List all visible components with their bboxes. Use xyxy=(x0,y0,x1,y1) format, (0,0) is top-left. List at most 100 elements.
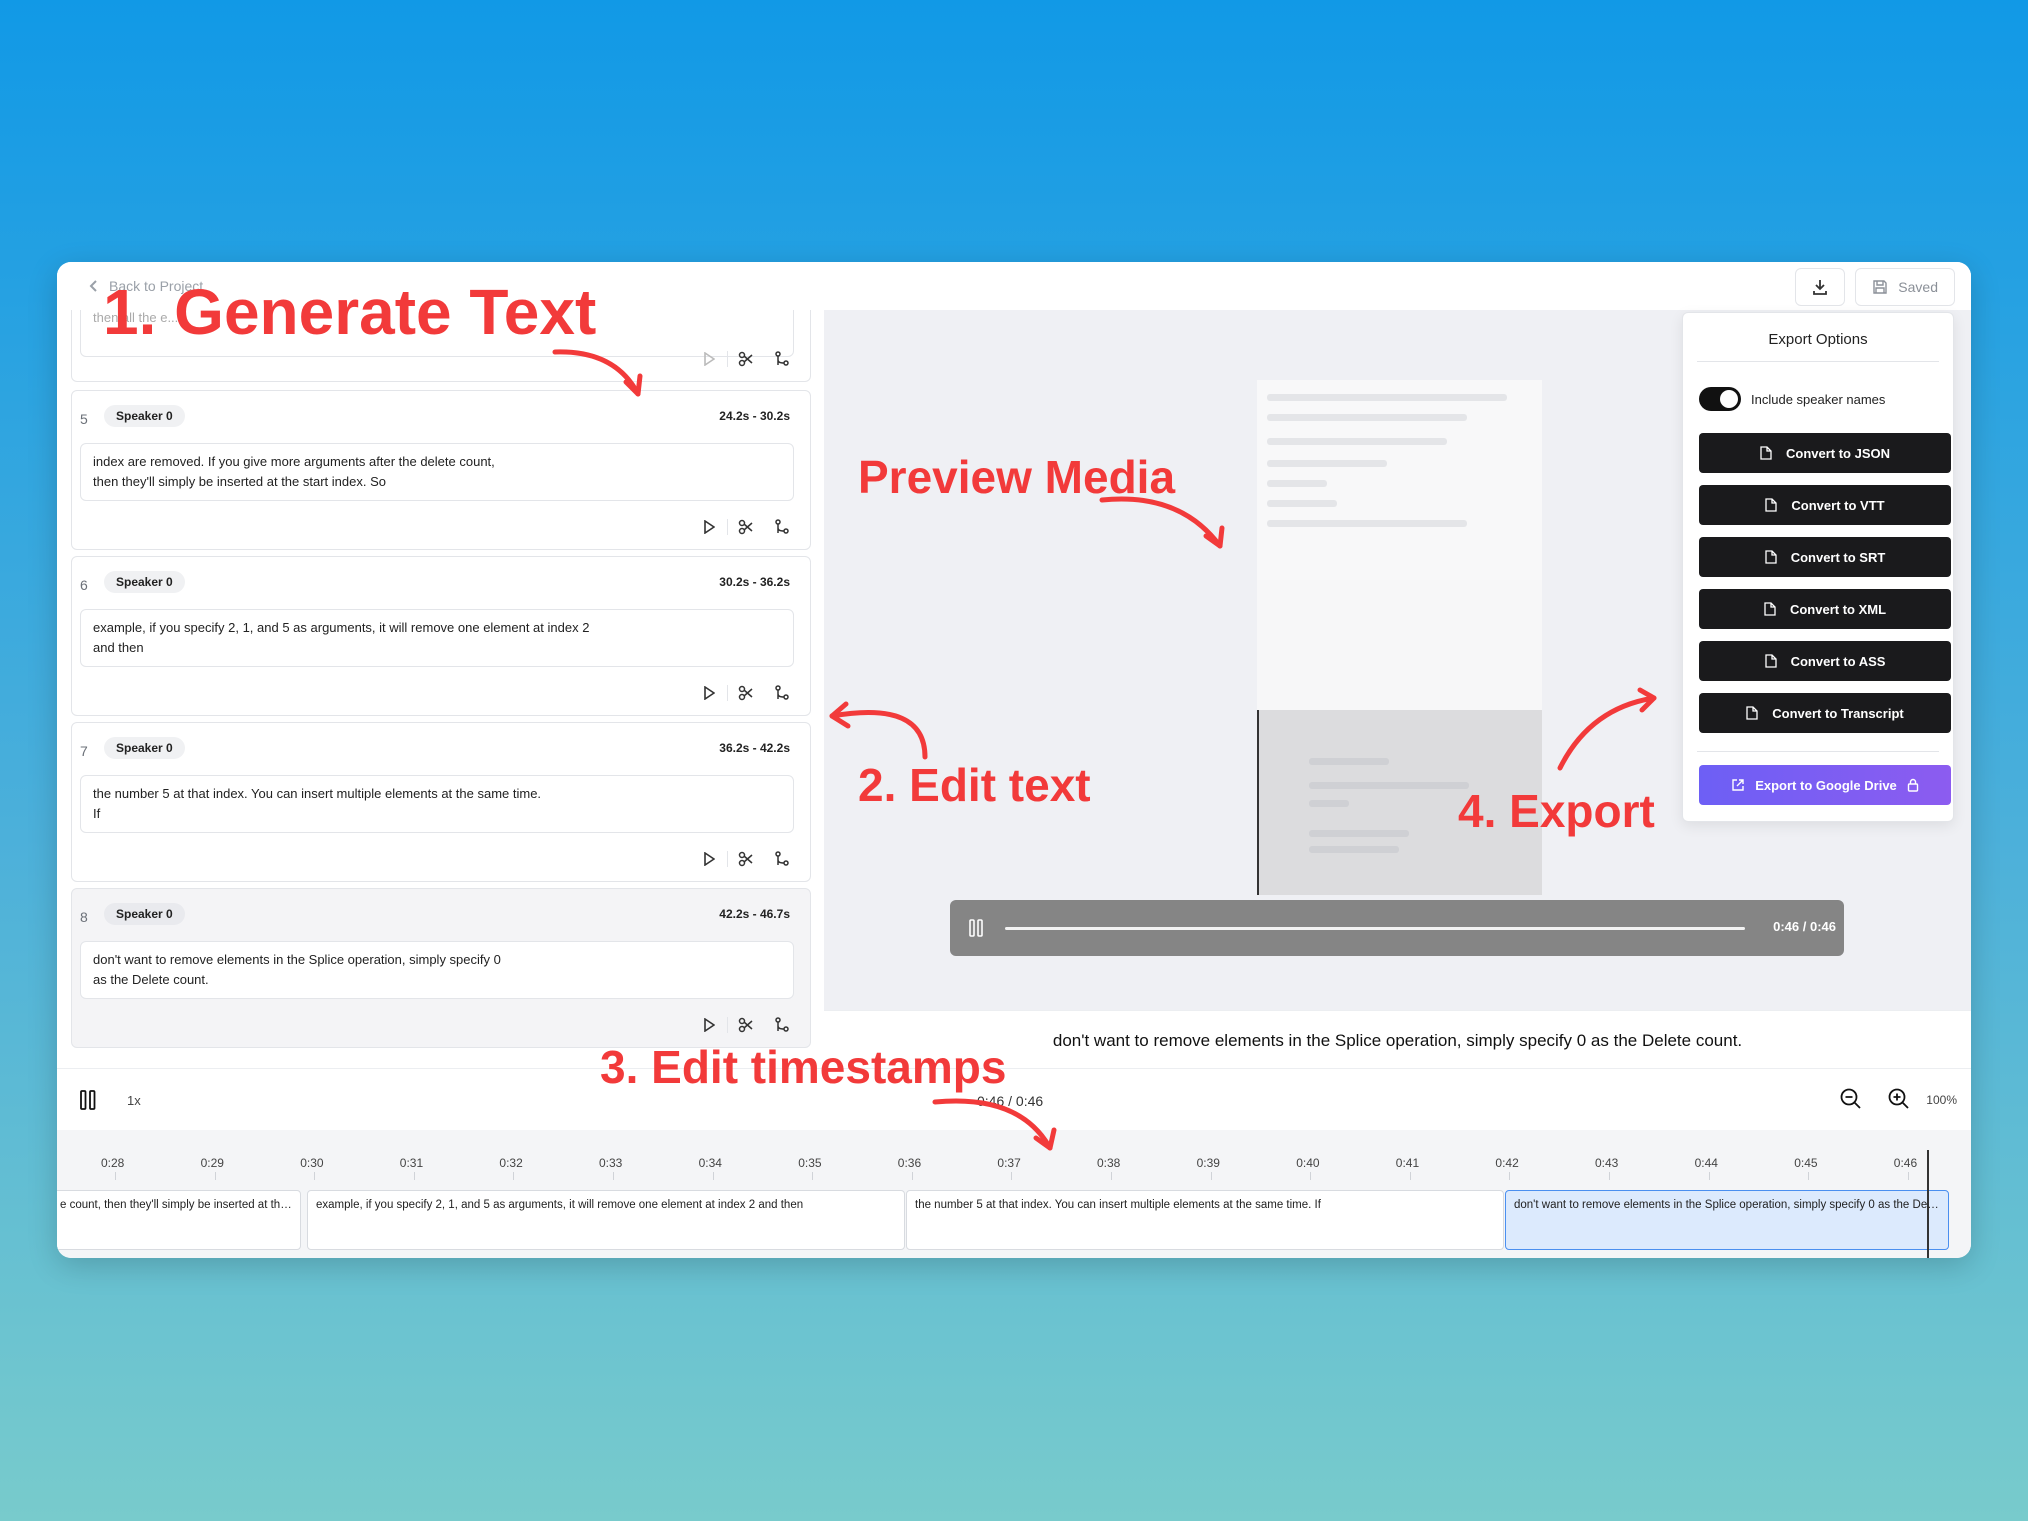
timeline-segment[interactable]: example, if you specify 2, 1, and 5 as a… xyxy=(307,1190,905,1250)
merge-segment-button[interactable] xyxy=(764,513,800,541)
video-content-line xyxy=(1309,846,1399,853)
video-content-line xyxy=(1309,830,1409,837)
transcript-card: 6 Speaker 0 30.2s - 36.2s example, if yo… xyxy=(71,556,811,716)
merge-segment-button[interactable] xyxy=(764,1011,800,1039)
file-icon xyxy=(1765,498,1778,512)
button-label: Convert to JSON xyxy=(1785,445,1890,461)
convert-ass-button[interactable]: Convert to ASS xyxy=(1699,641,1951,681)
current-time: 0:46 / 0:46 xyxy=(977,1093,1044,1109)
split-segment-button[interactable] xyxy=(728,345,764,373)
merge-segment-button[interactable] xyxy=(764,679,800,707)
segment-line: don't want to remove elements in the Spl… xyxy=(93,952,501,967)
segment-line: and then xyxy=(93,640,144,655)
progress-slider[interactable] xyxy=(1005,927,1745,930)
video-content-line xyxy=(1267,480,1327,487)
convert-xml-button[interactable]: Convert to XML xyxy=(1699,589,1951,629)
segment-text[interactable]: the number 5 at that index. You can inse… xyxy=(80,775,794,833)
timeline-tick-label: 0:37 xyxy=(997,1156,1021,1170)
convert-srt-button[interactable]: Convert to SRT xyxy=(1699,537,1951,577)
split-segment-button[interactable] xyxy=(728,513,764,541)
card-actions xyxy=(691,1011,800,1039)
button-label: Convert to SRT xyxy=(1790,549,1886,565)
pause-icon[interactable] xyxy=(79,1089,97,1111)
segment-time: 24.2s - 30.2s xyxy=(719,409,790,423)
merge-segment-button[interactable] xyxy=(764,845,800,873)
play-segment-button[interactable] xyxy=(691,679,727,707)
annotation-export: 4. Export xyxy=(1458,785,1655,837)
convert-transcript-button[interactable]: Convert to Transcript xyxy=(1699,693,1951,733)
play-segment-button[interactable] xyxy=(691,345,727,373)
saved-button[interactable]: Saved xyxy=(1855,268,1955,306)
timeline-tick-label: 0:38 xyxy=(1097,1156,1121,1170)
git-merge-icon xyxy=(775,519,789,534)
timeline-tick-label: 0:40 xyxy=(1296,1156,1320,1170)
annotation-preview-media: Preview Media xyxy=(858,451,1176,503)
speaker-badge[interactable]: Speaker 0 xyxy=(104,903,185,925)
video-content-line xyxy=(1309,758,1389,765)
speaker-badge[interactable]: Speaker 0 xyxy=(104,737,185,759)
timeline-tick-label: 0:31 xyxy=(399,1156,424,1170)
split-segment-button[interactable] xyxy=(728,679,764,707)
zoom-in-icon[interactable] xyxy=(1887,1087,1911,1111)
timeline-tick-label: 0:45 xyxy=(1794,1156,1818,1170)
timeline-segment-active[interactable]: don't want to remove elements in the Spl… xyxy=(1505,1190,1949,1250)
timeline-tick-label: 0:41 xyxy=(1395,1156,1420,1170)
timeline-tick-mark xyxy=(1808,1172,1810,1180)
timeline-tick-label: 0:46 xyxy=(1893,1156,1918,1170)
divider xyxy=(1697,751,1939,752)
timeline-tick-label: 0:28 xyxy=(101,1156,125,1170)
timeline-tick-mark xyxy=(1111,1172,1112,1180)
annotation-generate-text: 1. Generate Text xyxy=(103,276,597,348)
segment-line: If xyxy=(93,806,101,821)
speaker-names-toggle[interactable] xyxy=(1699,387,1741,411)
timeline-ruler[interactable]: 0:28 0:29 0:30 0:31 0:32 0:33 0:34 0:35 0:36 0:37… xyxy=(57,1130,1971,1181)
button-label: Convert to Transcript xyxy=(1772,705,1904,721)
timeline-segment[interactable]: e count, then they'll simply be inserted… xyxy=(57,1190,301,1250)
playhead[interactable] xyxy=(1927,1150,1929,1258)
timeline-tick-label: 0:44 xyxy=(1694,1156,1718,1170)
split-segment-button[interactable] xyxy=(728,845,764,873)
play-segment-button[interactable] xyxy=(691,513,727,541)
export-google-drive-button[interactable]: Export to Google Drive xyxy=(1699,765,1951,805)
play-segment-button[interactable] xyxy=(691,1011,727,1039)
playback-speed[interactable]: 1x xyxy=(127,1093,141,1108)
convert-vtt-button[interactable]: Convert to VTT xyxy=(1699,485,1951,525)
play-segment-button[interactable] xyxy=(691,845,727,873)
timeline-controls: 1x 0:46 / 0:46 100% xyxy=(57,1068,1971,1131)
timeline-tick-label: 0:34 xyxy=(698,1156,722,1170)
speaker-badge[interactable]: Speaker 0 xyxy=(104,571,185,593)
button-label: Convert to VTT xyxy=(1791,497,1885,513)
transcript-card: 7 Speaker 0 36.2s - 42.2s the number 5 a… xyxy=(71,722,811,882)
split-segment-button[interactable] xyxy=(728,1011,764,1039)
segment-number: 5 xyxy=(80,411,88,427)
segment-line: the number 5 at that index. You can inse… xyxy=(93,786,542,801)
scissors-icon xyxy=(738,685,753,701)
speaker-badge[interactable]: Speaker 0 xyxy=(104,405,185,427)
merge-segment-button[interactable] xyxy=(764,345,800,373)
git-merge-icon xyxy=(775,351,789,366)
timeline-tick-mark xyxy=(1907,1172,1909,1180)
timeline-tick-mark xyxy=(911,1172,913,1180)
pause-icon[interactable] xyxy=(968,918,984,938)
video-content-line xyxy=(1267,394,1507,401)
toggle-label: Include speaker names xyxy=(1751,392,1886,407)
segment-text[interactable]: example, if you specify 2, 1, and 5 as a… xyxy=(80,609,794,667)
scissors-icon xyxy=(738,351,753,367)
saved-label: Saved xyxy=(1898,279,1938,295)
video-content-line xyxy=(1309,800,1349,807)
zoom-out-icon[interactable] xyxy=(1839,1087,1863,1111)
segment-time: 42.2s - 46.7s xyxy=(719,907,790,921)
file-icon xyxy=(1764,602,1776,616)
download-button[interactable] xyxy=(1795,268,1846,306)
play-icon xyxy=(704,352,715,366)
timeline-segment[interactable]: the number 5 at that index. You can inse… xyxy=(906,1190,1504,1250)
segment-text[interactable]: don't want to remove elements in the Spl… xyxy=(80,941,794,999)
segment-time: 36.2s - 42.2s xyxy=(719,741,790,755)
segment-text[interactable]: index are removed. If you give more argu… xyxy=(80,443,794,501)
scissors-icon xyxy=(738,1017,753,1033)
timeline-tick-label: 0:33 xyxy=(599,1156,623,1170)
timeline-tick-label: 0:35 xyxy=(798,1156,822,1170)
timeline-tick-label: 0:39 xyxy=(1196,1156,1220,1170)
convert-json-button[interactable]: Convert to JSON xyxy=(1699,433,1951,473)
video-content-line xyxy=(1267,500,1337,507)
